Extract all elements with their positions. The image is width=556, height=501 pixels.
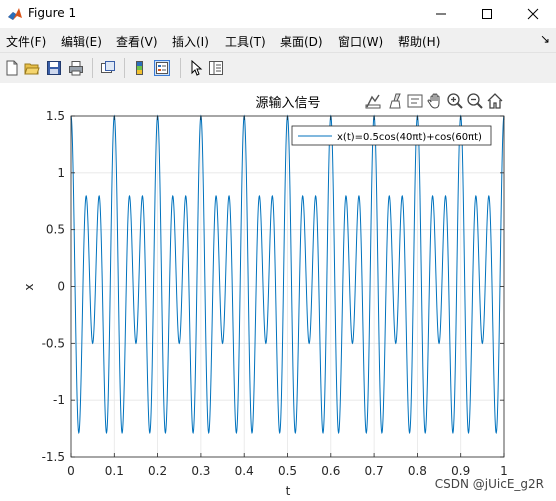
dock-arrow-icon[interactable]: ↘ xyxy=(540,32,550,46)
link-plot-icon[interactable] xyxy=(100,60,116,76)
minimize-button[interactable] xyxy=(418,0,464,28)
figure-canvas xyxy=(0,83,556,501)
matlab-icon xyxy=(8,8,22,20)
new-figure-icon[interactable] xyxy=(4,60,20,76)
print-icon[interactable] xyxy=(68,60,84,76)
maximize-button[interactable] xyxy=(464,0,510,28)
menu-insert[interactable]: 插入(I) xyxy=(172,33,209,50)
export-icon[interactable] xyxy=(364,92,382,110)
menu-edit[interactable]: 编辑(E) xyxy=(61,33,102,50)
menu-window[interactable]: 窗口(W) xyxy=(338,33,383,50)
menu-desktop[interactable]: 桌面(D) xyxy=(280,33,323,50)
insert-colorbar-icon[interactable] xyxy=(132,60,148,76)
toolbar-separator xyxy=(92,58,93,78)
title-bar: Figure 1 xyxy=(0,0,556,28)
menu-view[interactable]: 查看(V) xyxy=(116,33,158,50)
edit-plot-icon[interactable] xyxy=(188,60,204,76)
maximize-icon xyxy=(482,9,492,19)
watermark-text: CSDN @jUicE_g2R xyxy=(434,477,544,491)
pan-icon[interactable] xyxy=(426,92,444,110)
menu-bar: 文件(F) 编辑(E) 查看(V) 插入(I) 工具(T) 桌面(D) 窗口(W… xyxy=(0,28,556,52)
menu-file[interactable]: 文件(F) xyxy=(6,33,46,50)
menu-help[interactable]: 帮助(H) xyxy=(398,33,440,50)
toolbar-separator xyxy=(124,58,125,78)
insert-legend-icon[interactable] xyxy=(154,60,170,76)
figure-toolbar xyxy=(0,52,556,84)
zoom-out-icon[interactable] xyxy=(466,92,484,110)
home-icon[interactable] xyxy=(486,92,504,110)
close-button[interactable] xyxy=(510,0,556,28)
brush-icon[interactable] xyxy=(386,92,404,110)
save-icon[interactable] xyxy=(46,60,62,76)
menu-tools[interactable]: 工具(T) xyxy=(225,33,266,50)
window-title: Figure 1 xyxy=(28,6,77,20)
property-inspector-icon[interactable] xyxy=(208,60,224,76)
open-file-icon[interactable] xyxy=(24,60,40,76)
toolbar-separator xyxy=(180,58,181,78)
close-icon xyxy=(527,8,539,20)
minimize-icon xyxy=(436,13,446,15)
zoom-in-icon[interactable] xyxy=(446,92,464,110)
data-tips-icon[interactable] xyxy=(406,92,424,110)
